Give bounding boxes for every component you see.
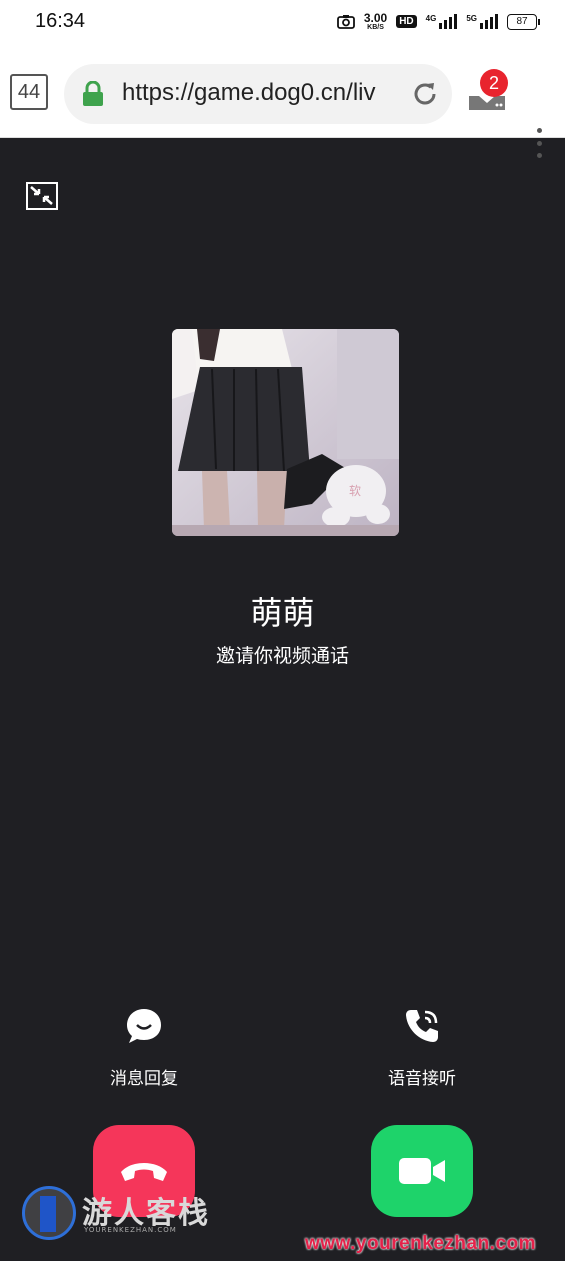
status-time: 16:34 — [35, 10, 86, 32]
message-reply-button[interactable]: 消息回复 — [74, 1006, 214, 1089]
chat-bubble-icon — [127, 1009, 161, 1043]
browser-toolbar: 44 https://game.dog0.cn/liv — [0, 48, 565, 158]
signal-4g-icon: 4G — [426, 14, 458, 29]
voice-answer-label: 语音接听 — [388, 1069, 456, 1089]
phone-ringing-icon — [406, 1010, 438, 1042]
hd-badge: HD — [396, 15, 417, 28]
lock-icon — [83, 81, 103, 106]
message-reply-label: 消息回复 — [110, 1069, 178, 1089]
caller-avatar: 软 — [172, 329, 399, 536]
hang-up-icon — [121, 1163, 167, 1181]
video-camera-icon — [399, 1158, 445, 1184]
net-speed: 3.00 KB/S — [363, 11, 388, 31]
minimize-icon[interactable] — [26, 182, 58, 210]
reload-icon[interactable] — [410, 79, 440, 109]
overflow-menu-icon[interactable] — [534, 128, 544, 158]
caller-name: 萌萌 — [250, 594, 315, 632]
signal-5g-icon: 5G — [466, 14, 498, 29]
status-bar: 16:34 3.00 KB/S HD 4G 5G 87 — [0, 0, 565, 48]
watermark-logo: 游人客栈 YOURENKEZHAN.COM — [22, 1186, 212, 1242]
svg-text:软: 软 — [349, 484, 361, 498]
tab-switcher-button[interactable]: 44 — [10, 74, 48, 110]
url-text[interactable]: https://game.dog0.cn/liv — [122, 79, 398, 107]
watermark-url: www.yourenkezhan.com — [305, 1233, 537, 1254]
download-count-badge: 2 — [480, 69, 508, 97]
status-icons: 3.00 KB/S HD 4G 5G 87 — [336, 11, 540, 31]
address-bar[interactable]: https://game.dog0.cn/liv — [64, 64, 452, 124]
voice-answer-button[interactable]: 语音接听 — [352, 1006, 492, 1089]
call-invite-text: 邀请你视频通话 — [215, 645, 349, 667]
camera-icon — [336, 15, 355, 29]
accept-video-button[interactable] — [371, 1125, 473, 1217]
battery-icon: 87 — [507, 13, 540, 30]
watermark-brand-sub: YOURENKEZHAN.COM — [84, 1226, 177, 1234]
collapse-arrows-icon — [30, 186, 53, 205]
